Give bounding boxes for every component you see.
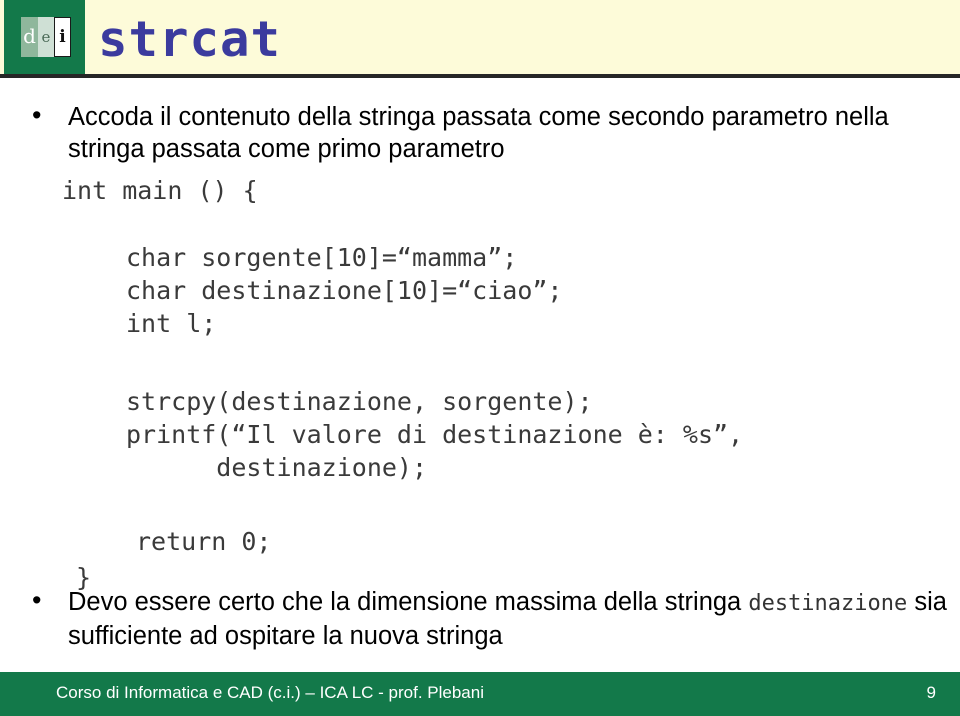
code-line-main: int main () {: [62, 176, 258, 205]
code-line-return: return 0;: [136, 527, 272, 556]
logo-letter-e-icon: e: [38, 17, 54, 57]
footer-page-number: 9: [926, 683, 936, 702]
slide-footer: Corso di Informatica e CAD (c.i.) – ICA …: [0, 672, 960, 716]
slide: d e i strcat Accoda il contenuto della s…: [0, 0, 960, 716]
logo-letter-d-icon: d: [21, 17, 38, 57]
page-title: strcat: [98, 11, 282, 68]
code-block-calls: strcpy(destinazione, sorgente); printf(“…: [126, 387, 744, 482]
bullet-warning-part1: Devo essere certo che la dimensione mass…: [68, 588, 749, 616]
dei-logo-inner: d e i: [21, 17, 71, 57]
slide-body: Accoda il contenuto della stringa passat…: [0, 78, 960, 672]
slide-header: d e i strcat: [0, 0, 960, 78]
dei-logo: d e i: [4, 0, 85, 75]
code-block-declarations: char sorgente[10]=“mamma”; char destinaz…: [126, 243, 563, 338]
bullet-warning-code-term: destinazione: [748, 591, 908, 616]
bullet-warning: Devo essere certo che la dimensione mass…: [0, 584, 960, 652]
bullet-description: Accoda il contenuto della stringa passat…: [0, 99, 960, 165]
footer-course-label: Corso di Informatica e CAD (c.i.) – ICA …: [56, 683, 484, 702]
logo-letter-i-icon: i: [54, 17, 71, 57]
